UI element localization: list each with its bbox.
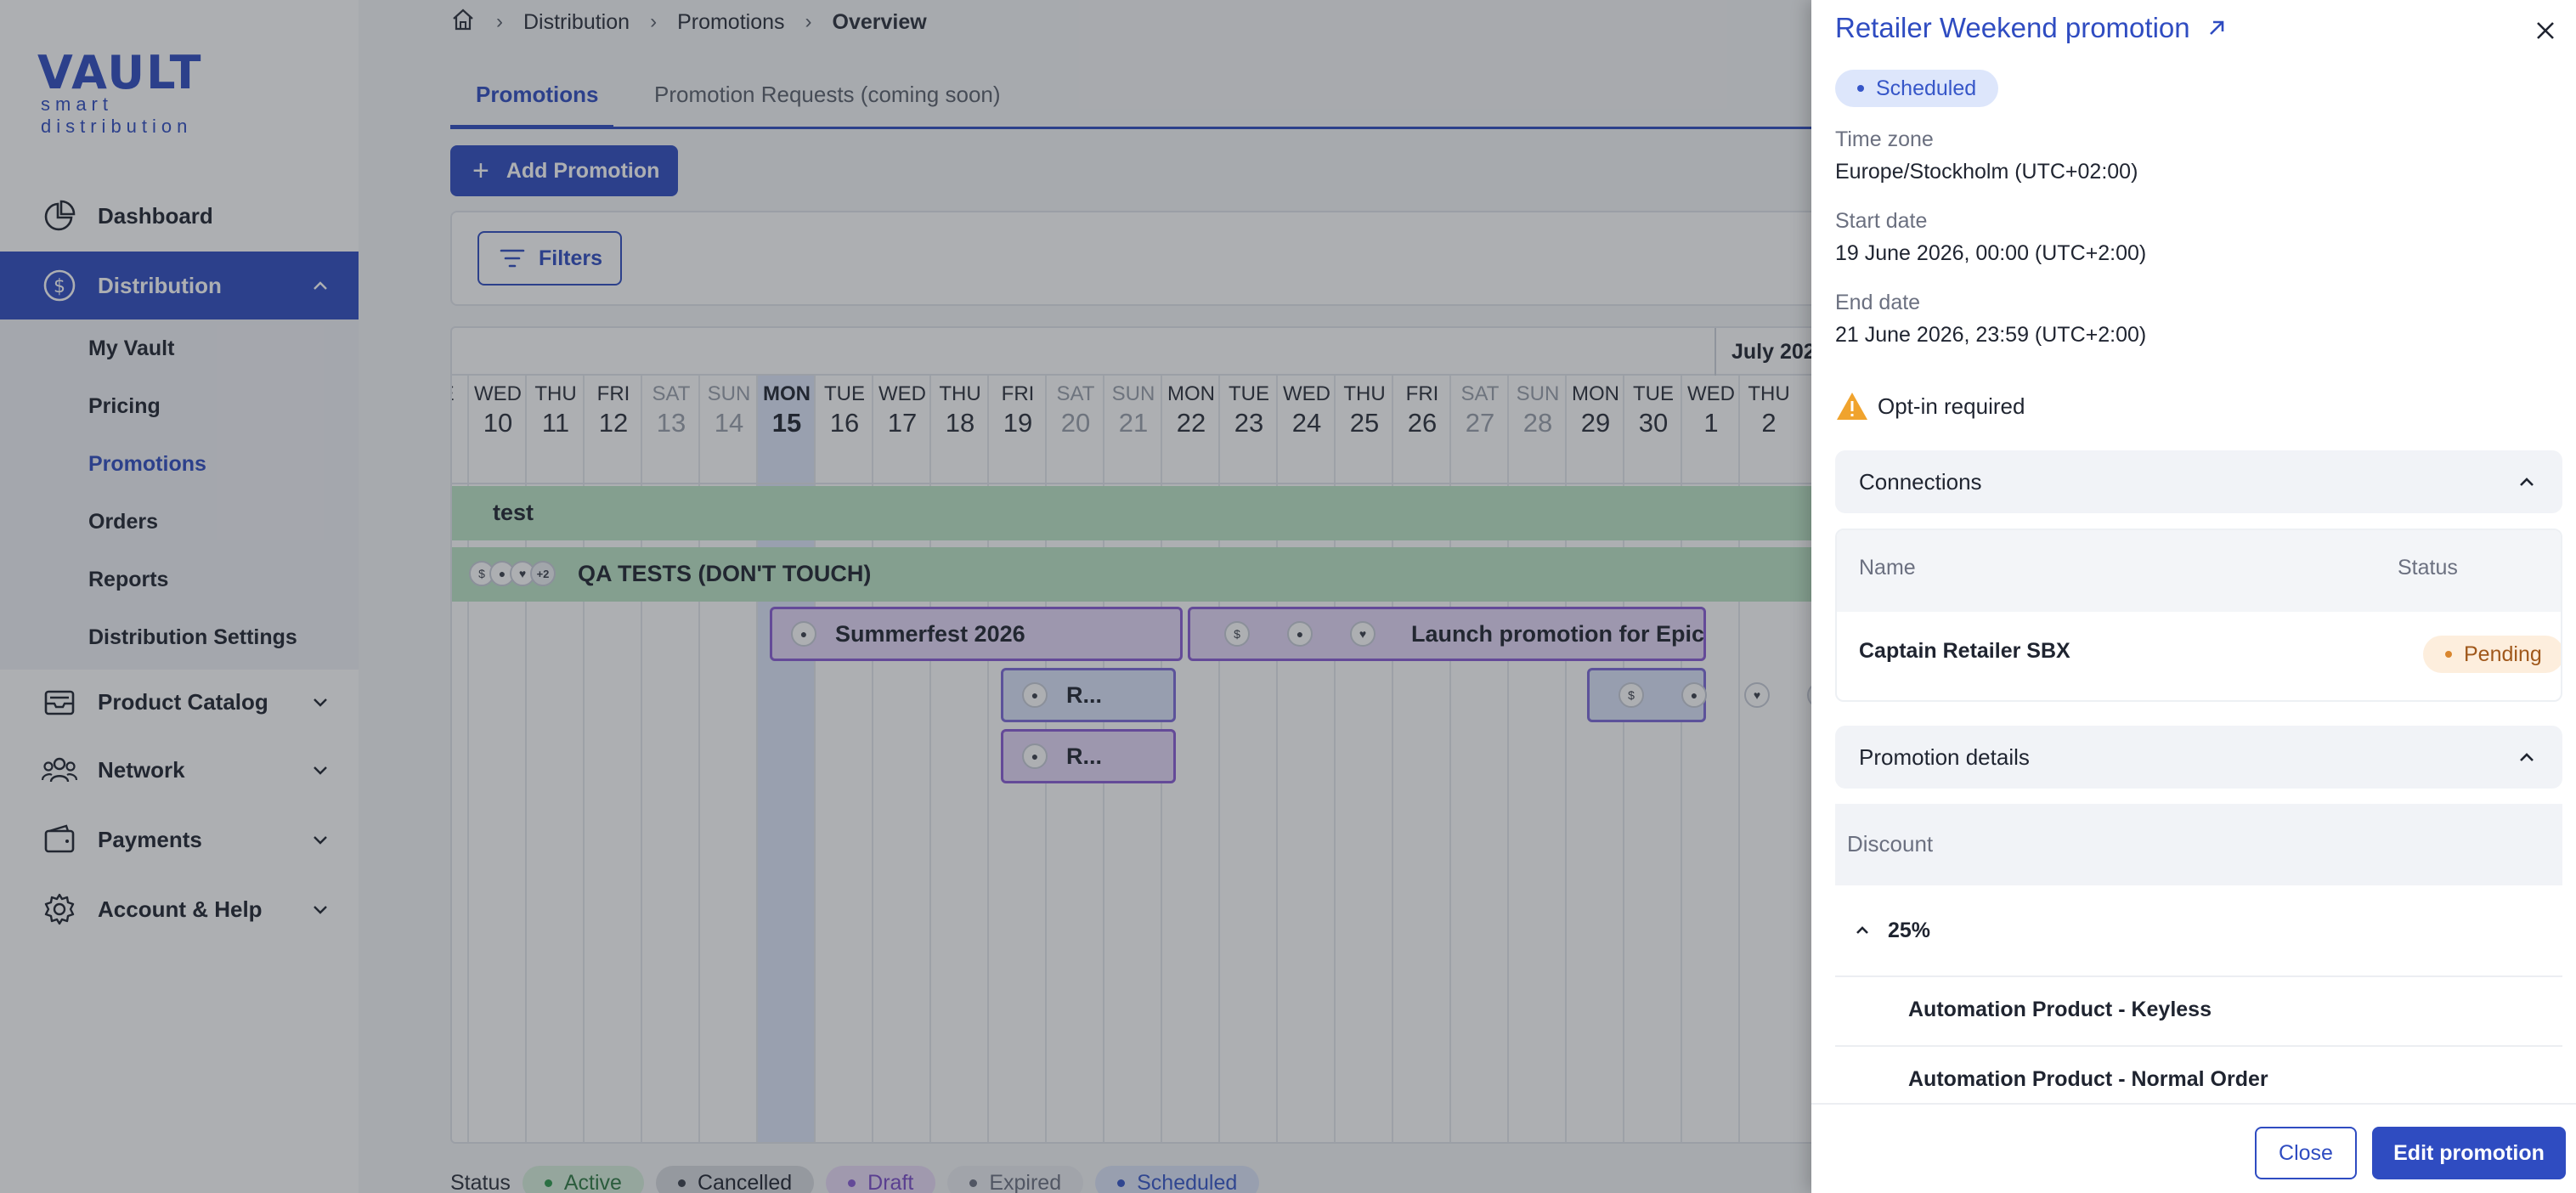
status-dot	[1857, 85, 1864, 92]
chevron-up-icon	[2520, 753, 2534, 761]
end-date-label: End date	[1835, 291, 1921, 314]
column-header-status: Status	[2398, 556, 2458, 580]
opt-in-notice: Opt-in required	[1835, 391, 2025, 421]
connection-name: Captain Retailer SBX	[1859, 639, 2070, 663]
connections-section-header[interactable]: Connections	[1835, 450, 2562, 513]
promotion-title: Retailer Weekend promotion	[1835, 12, 2190, 43]
table-row[interactable]: Captain Retailer SBX Pending	[1837, 612, 2561, 700]
status-badge: Scheduled	[1835, 70, 1999, 107]
warning-icon	[1837, 393, 1867, 420]
status-dot	[2445, 651, 2452, 658]
discount-header: Discount	[1835, 804, 2562, 885]
status-badge-label: Scheduled	[1876, 76, 1977, 100]
list-item: Automation Product - Keyless	[1835, 977, 2562, 1047]
time-zone-value: Europe/Stockholm (UTC+02:00)	[1835, 160, 2138, 184]
drawer-title[interactable]: Retailer Weekend promotion	[1835, 12, 2228, 44]
promotion-details-header-label: Promotion details	[1859, 744, 2030, 770]
status-badge-label: Pending	[2464, 642, 2542, 666]
close-button[interactable]: Close	[2255, 1127, 2357, 1179]
promotion-details-section-header[interactable]: Promotion details	[1835, 726, 2562, 789]
opt-in-label: Opt-in required	[1878, 393, 2025, 419]
app-root: VAULT smart distribution Dashboard $ Dis…	[0, 0, 2576, 1193]
start-date-value: 19 June 2026, 00:00 (UTC+2:00)	[1835, 241, 2147, 265]
status-badge: Pending	[2423, 636, 2561, 673]
connections-table-header: Name Status	[1837, 530, 2561, 612]
discount-row[interactable]: 25%	[1835, 885, 2562, 977]
start-date-label: Start date	[1835, 209, 1928, 233]
external-link-icon[interactable]	[2206, 17, 2228, 39]
promotion-detail-drawer: Retailer Weekend promotion Scheduled Tim…	[1811, 0, 2576, 1193]
end-date-value: 21 June 2026, 23:59 (UTC+2:00)	[1835, 323, 2147, 347]
time-zone-label: Time zone	[1835, 127, 1934, 151]
close-icon[interactable]	[2530, 15, 2561, 46]
discount-value: 25%	[1888, 918, 1931, 942]
column-header-name: Name	[1859, 556, 1916, 580]
product-name: Automation Product - Keyless	[1908, 998, 2212, 1021]
discount-header-label: Discount	[1847, 831, 1934, 857]
modal-overlay[interactable]	[0, 0, 1811, 1193]
edit-promotion-button[interactable]: Edit promotion	[2372, 1127, 2566, 1179]
connections-header-label: Connections	[1859, 468, 1982, 495]
product-name: Automation Product - Normal Order	[1908, 1067, 2268, 1091]
chevron-up-icon	[2520, 478, 2534, 486]
connections-table: Name Status Captain Retailer SBX Pending	[1835, 529, 2562, 702]
chevron-up-icon	[1856, 926, 1868, 934]
drawer-footer: Close Edit promotion	[1811, 1103, 2576, 1193]
